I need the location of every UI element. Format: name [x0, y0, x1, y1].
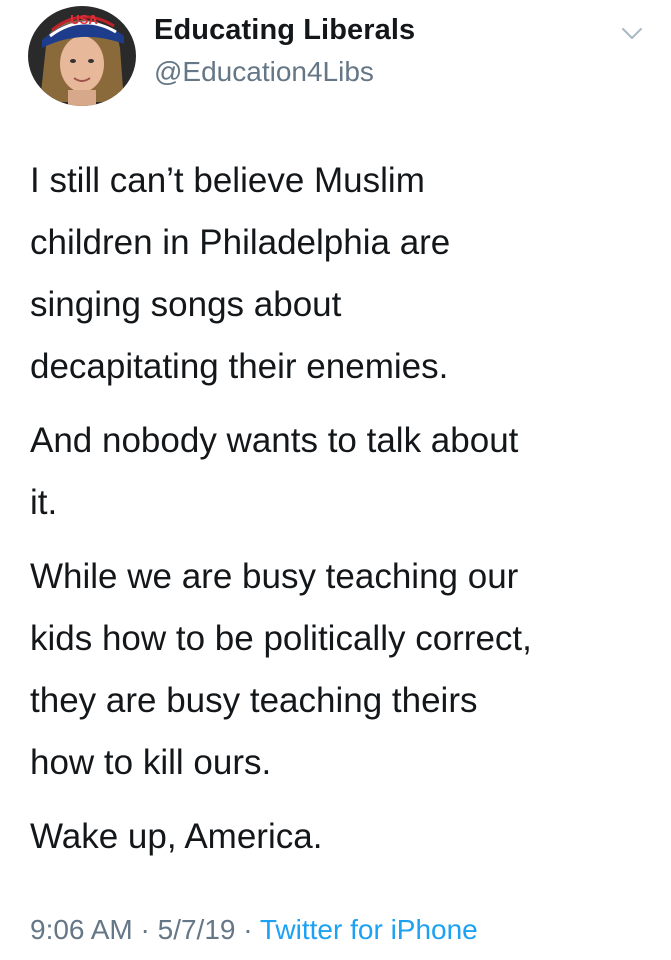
- tweet-paragraph: I still can’t believe Muslim children in…: [30, 161, 451, 386]
- tweet-time[interactable]: 9:06 AM: [30, 914, 133, 945]
- tweet-source-link[interactable]: Twitter for iPhone: [260, 914, 478, 945]
- avatar-image: USA: [28, 6, 136, 106]
- user-handle[interactable]: @Education4Libs: [154, 56, 374, 88]
- meta-separator: ·: [132, 914, 158, 945]
- chevron-down-icon[interactable]: [620, 26, 644, 42]
- avatar[interactable]: USA: [28, 6, 136, 106]
- tweet-header: USA Educating Liberals @Education4Libs: [0, 0, 671, 120]
- display-name[interactable]: Educating Liberals: [154, 14, 415, 47]
- tweet-paragraph: And nobody wants to talk about it.: [30, 421, 519, 522]
- tweet-paragraph: Wake up, America.: [30, 817, 323, 856]
- tweet-paragraph: While we are busy teaching our kids how …: [30, 557, 532, 782]
- tweet-meta: 9:06 AM · 5/7/19 · Twitter for iPhone: [30, 914, 478, 946]
- tweet-text: I still can’t believe Muslim children in…: [30, 150, 650, 880]
- tweet-date[interactable]: 5/7/19: [158, 914, 236, 945]
- avatar-flag-text: USA: [70, 12, 98, 27]
- meta-separator: ·: [235, 914, 260, 945]
